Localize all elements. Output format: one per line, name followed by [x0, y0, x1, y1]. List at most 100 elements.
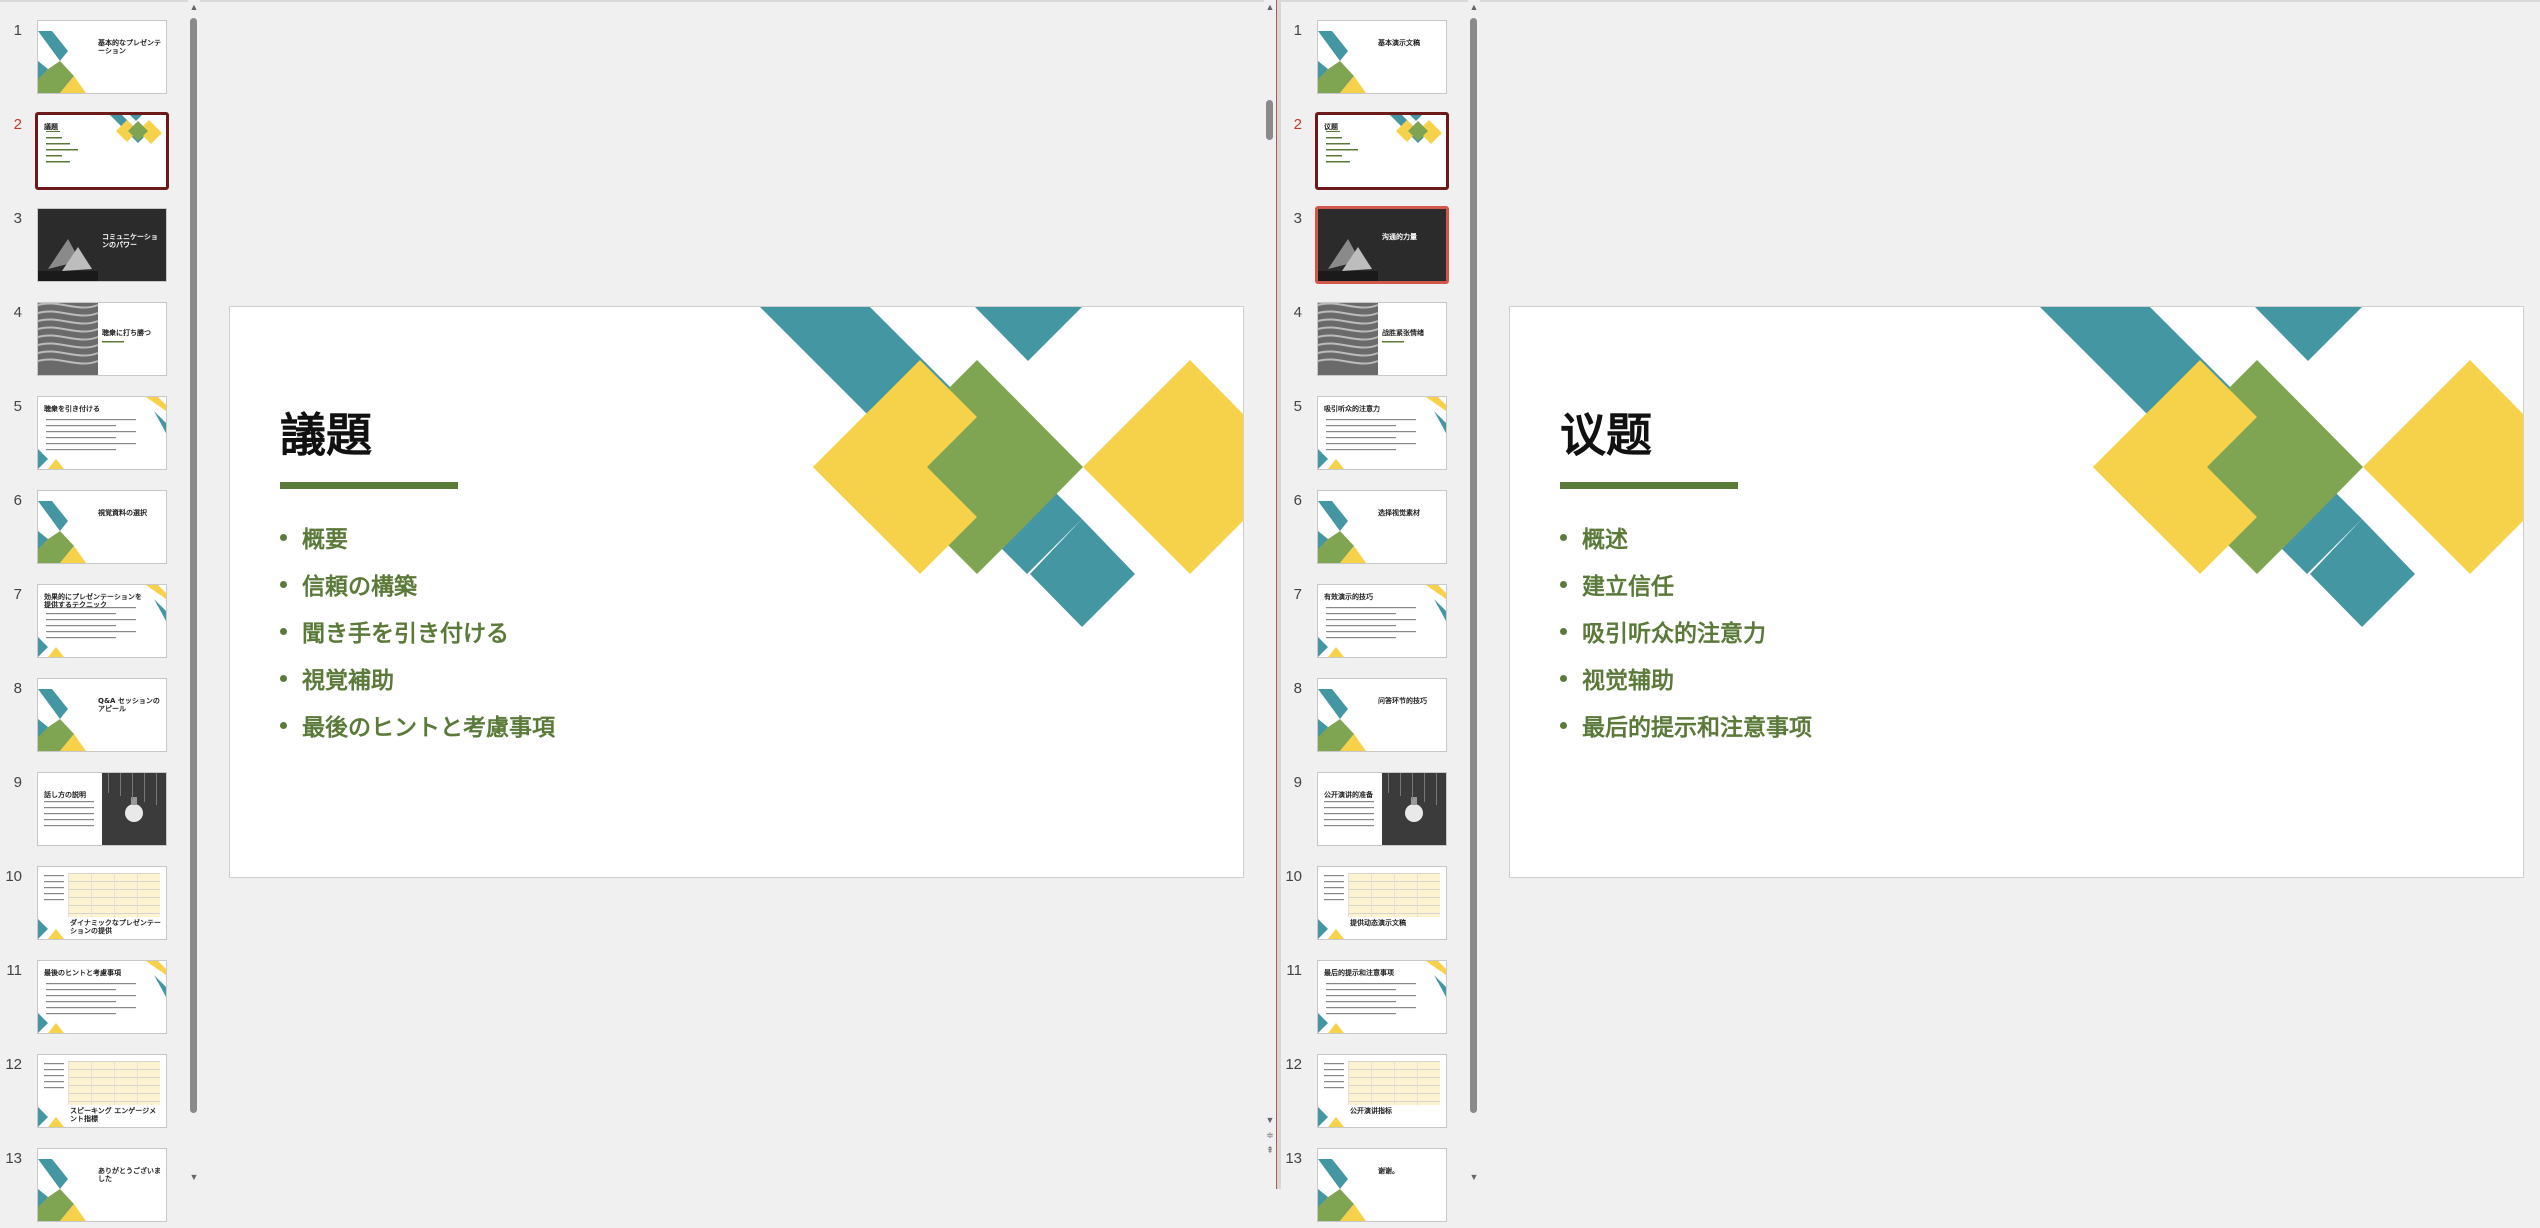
slide-preview[interactable]: 公开演讲指标 — [1317, 1054, 1447, 1128]
slide-title[interactable]: 議題 — [280, 399, 372, 465]
agenda-item: 聞き手を引き付ける — [280, 611, 555, 658]
scroll-up-icon[interactable]: ▲ — [1264, 2, 1276, 12]
bullet-icon — [280, 628, 287, 635]
slide-preview[interactable]: 选择视觉素材 — [1317, 490, 1447, 564]
slide-thumbnail-2[interactable]: 2 议题 — [1280, 112, 1465, 194]
slide-thumbnail-12[interactable]: 12 公开演讲指标 — [1280, 1054, 1465, 1134]
slide-title[interactable]: 议题 — [1560, 399, 1652, 465]
slide-preview[interactable]: 沟通的力量 — [1315, 206, 1449, 284]
slide-thumbnail-5[interactable]: 5 吸引听众的注意力 — [1280, 396, 1465, 476]
bullet-icon — [1560, 581, 1567, 588]
slide-thumbnail-12[interactable]: 12 スピーキング エンゲージメント指標 — [0, 1054, 185, 1134]
slide-preview[interactable]: 有效演示的技巧 — [1317, 584, 1447, 658]
thumbnail-scrollbar[interactable]: ▲ ▼ — [188, 0, 200, 1189]
slide-thumbnail-8[interactable]: 8 问答环节的技巧 — [1280, 678, 1465, 758]
thumbnail-art — [38, 501, 86, 563]
slide-preview[interactable]: 聴衆を引き付ける — [37, 396, 167, 470]
bullet-icon — [1560, 722, 1567, 729]
slide-thumbnail-7[interactable]: 7 効果的にプレゼンテーションを提供するテクニック — [0, 584, 185, 664]
slide-thumbnail-1[interactable]: 1 基本演示文稿 — [1280, 20, 1465, 100]
page-up-icon[interactable]: ⇞ — [1264, 1145, 1276, 1156]
slide-preview[interactable]: 战胜紧张情绪 — [1317, 302, 1447, 376]
slide-preview[interactable]: 吸引听众的注意力 — [1317, 396, 1447, 470]
agenda-bullet-list[interactable]: 概述 建立信任 吸引听众的注意力 视觉辅助 最后的提示和注意事项 — [1560, 517, 1812, 752]
slide-preview[interactable]: スピーキング エンゲージメント指標 — [37, 1054, 167, 1128]
thumbnail-art — [38, 689, 86, 751]
slide-thumbnail-2[interactable]: 2 議題 — [0, 112, 185, 194]
slide-number: 3 — [1293, 210, 1302, 227]
slide-preview[interactable]: 最后的提示和注意事项 — [1317, 960, 1447, 1034]
slide-thumbnail-3[interactable]: 3 沟通的力量 — [1280, 206, 1465, 288]
scroll-down-icon[interactable]: ▼ — [188, 1172, 200, 1182]
thumbnail-title: 问答环节的技巧 — [1378, 697, 1427, 705]
scroll-down-icon[interactable]: ▼ — [1264, 1115, 1276, 1125]
slide-thumbnail-1[interactable]: 1 基本的なプレゼンテーション — [0, 20, 185, 100]
slide-thumbnail-list[interactable]: 1 基本的なプレゼンテーション 2 議題 3 コミュニケーションのパワー 4 聴衆に打ち勝つ 5… — [0, 0, 185, 1222]
agenda-item: 最後のヒントと考慮事項 — [280, 705, 555, 752]
slide-number: 7 — [1293, 586, 1302, 603]
slide-thumbnail-4[interactable]: 4 战胜紧张情绪 — [1280, 302, 1465, 382]
slide-thumbnail-11[interactable]: 11 最後のヒントと考慮事項 — [0, 960, 185, 1040]
thumbnail-title: 议题 — [1324, 123, 1338, 131]
slide-thumbnail-list[interactable]: 1 基本演示文稿 2 议题 3 沟通的力量 4 战胜紧张情绪 5 吸引听众的注意力 6 选择视觉素材 7… — [1280, 0, 1465, 1222]
slide-thumbnail-5[interactable]: 5 聴衆を引き付ける — [0, 396, 185, 476]
slide-thumbnail-6[interactable]: 6 視覚資料の選択 — [0, 490, 185, 570]
slide-thumbnail-8[interactable]: 8 Q&A セッションのアピール — [0, 678, 185, 758]
thumbnail-title: 聴衆に打ち勝つ — [102, 329, 151, 337]
slide-preview[interactable]: 最後のヒントと考慮事項 — [37, 960, 167, 1034]
slide-thumbnail-10[interactable]: 10 提供动态演示文稿 — [1280, 866, 1465, 946]
thumbnail-art — [1318, 303, 1404, 375]
thumbnail-art — [1318, 1061, 1440, 1127]
slide-number: 10 — [1285, 868, 1302, 885]
slide-preview[interactable]: 視覚資料の選択 — [37, 490, 167, 564]
thumbnail-title: 公开演讲的准备 — [1324, 791, 1373, 799]
slide-canvas[interactable]: 议题 概述 建立信任 吸引听众的注意力 视觉辅助 最后的提示和注意事项 — [1509, 306, 2524, 878]
slide-preview[interactable]: Q&A セッションのアピール — [37, 678, 167, 752]
slide-thumbnail-10[interactable]: 10 ダイナミックなプレゼンテーションの提供 — [0, 866, 185, 946]
editor-scrollbar[interactable]: ▲ ▼ ≑ ⇞ — [1264, 0, 1276, 1189]
slide-thumbnail-9[interactable]: 9 公开演讲的准备 — [1280, 772, 1465, 852]
bullet-icon — [280, 534, 287, 541]
slide-number: 4 — [1293, 304, 1302, 321]
thumbnail-scrollbar[interactable]: ▲ ▼ — [1468, 0, 1480, 1189]
split-view-icon[interactable]: ≑ — [1264, 1130, 1276, 1141]
slide-preview[interactable]: 议题 — [1315, 112, 1449, 190]
thumbnail-title: 効果的にプレゼンテーションを提供するテクニック — [44, 593, 142, 609]
slide-preview[interactable]: 提供动态演示文稿 — [1317, 866, 1447, 940]
slide-thumbnail-13[interactable]: 13 ありがとうございました — [0, 1148, 185, 1228]
thumbnail-art — [1318, 31, 1366, 93]
agenda-item: 視覚補助 — [280, 658, 555, 705]
scrollbar-thumb[interactable] — [1470, 18, 1477, 1113]
slide-preview[interactable]: 公开演讲的准备 — [1317, 772, 1447, 846]
slide-thumbnail-13[interactable]: 13 谢谢。 — [1280, 1148, 1465, 1228]
slide-thumbnail-6[interactable]: 6 选择视觉素材 — [1280, 490, 1465, 570]
slide-number: 6 — [13, 492, 22, 509]
bullet-icon — [280, 581, 287, 588]
slide-preview[interactable]: 问答环节的技巧 — [1317, 678, 1447, 752]
scrollbar-thumb[interactable] — [190, 18, 197, 1113]
slide-preview[interactable]: 基本演示文稿 — [1317, 20, 1447, 94]
slide-thumbnail-7[interactable]: 7 有效演示的技巧 — [1280, 584, 1465, 664]
slide-number: 13 — [5, 1150, 22, 1167]
scrollbar-thumb[interactable] — [1266, 100, 1273, 140]
agenda-bullet-list[interactable]: 概要 信頼の構築 聞き手を引き付ける 視覚補助 最後のヒントと考慮事項 — [280, 517, 555, 752]
slide-canvas[interactable]: 議題 概要 信頼の構築 聞き手を引き付ける 視覚補助 最後のヒントと考慮事項 — [229, 306, 1244, 878]
slide-thumbnail-4[interactable]: 4 聴衆に打ち勝つ — [0, 302, 185, 382]
scroll-up-icon[interactable]: ▲ — [188, 2, 200, 12]
slide-preview[interactable]: 効果的にプレゼンテーションを提供するテクニック — [37, 584, 167, 658]
slide-preview[interactable]: 基本的なプレゼンテーション — [37, 20, 167, 94]
scroll-down-icon[interactable]: ▼ — [1468, 1172, 1480, 1182]
slide-preview[interactable]: ダイナミックなプレゼンテーションの提供 — [37, 866, 167, 940]
slide-preview[interactable]: ありがとうございました — [37, 1148, 167, 1222]
slide-preview[interactable]: 話し方の説明 — [37, 772, 167, 846]
slide-preview[interactable]: 議題 — [35, 112, 169, 190]
slide-thumbnail-3[interactable]: 3 コミュニケーションのパワー — [0, 208, 185, 288]
slide-preview[interactable]: 谢谢。 — [1317, 1148, 1447, 1222]
thumbnail-title: 視覚資料の選択 — [98, 509, 147, 517]
slide-thumbnail-11[interactable]: 11 最后的提示和注意事项 — [1280, 960, 1465, 1040]
slide-thumbnail-9[interactable]: 9 話し方の説明 — [0, 772, 185, 852]
scroll-up-icon[interactable]: ▲ — [1468, 2, 1480, 12]
thumbnail-art — [38, 31, 86, 93]
slide-preview[interactable]: コミュニケーションのパワー — [37, 208, 167, 282]
slide-preview[interactable]: 聴衆に打ち勝つ — [37, 302, 167, 376]
